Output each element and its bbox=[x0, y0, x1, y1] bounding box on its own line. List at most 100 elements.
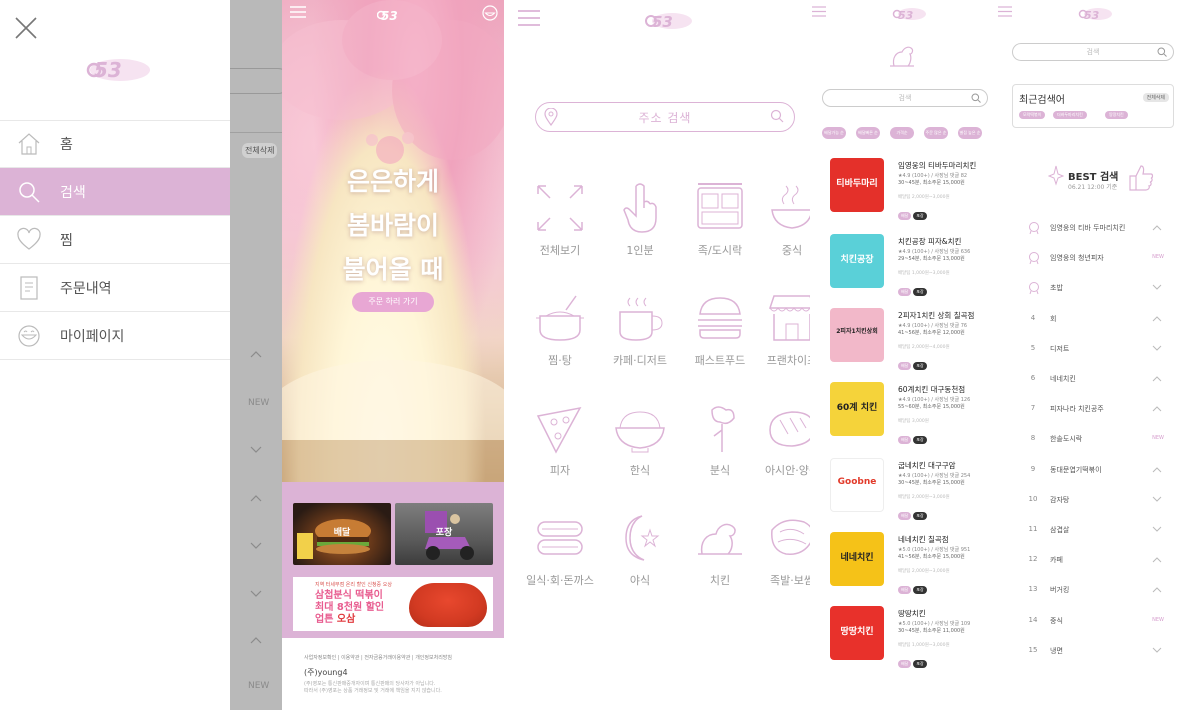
menu-icon[interactable] bbox=[812, 6, 826, 17]
address-search[interactable]: 주소 검색 bbox=[535, 102, 795, 132]
pork-icon bbox=[771, 519, 810, 555]
category-finger[interactable]: 1인분 bbox=[602, 180, 678, 258]
ranking-row[interactable]: 15 냉면 bbox=[1026, 643, 1166, 663]
tteokbokki-banner[interactable]: 지역 터세부점 온리 할인 신청중 오상 삼첩분식 떡볶이 최대 8천원 할인 … bbox=[293, 577, 493, 631]
coffee-icon bbox=[619, 297, 663, 341]
search-icon[interactable] bbox=[971, 93, 981, 103]
category-label: 1인분 bbox=[626, 244, 654, 257]
ranking-row[interactable]: 임영웅의 티바 두마리치킨 bbox=[1026, 220, 1166, 240]
sort-chip[interactable]: 배달빠른 순 bbox=[856, 127, 880, 139]
category-expand[interactable]: 전체보기 bbox=[522, 180, 598, 258]
category-coffee[interactable]: 카페·디저트 bbox=[602, 290, 678, 368]
sort-chip[interactable]: 가격순 bbox=[890, 127, 914, 139]
chevron-up-icon bbox=[1152, 406, 1162, 412]
restaurant-logo: 2피자1치킨상회 bbox=[830, 308, 884, 362]
ranking-row[interactable]: 초밥 bbox=[1026, 280, 1166, 300]
dimmed-new-label: NEW bbox=[248, 398, 270, 408]
menu-item-favorites[interactable]: 찜 bbox=[0, 216, 230, 264]
ranking-row[interactable]: 7 피자나라 치킨공주 bbox=[1026, 401, 1166, 421]
restaurant-name: 임영웅의 티바두마리치킨 bbox=[898, 161, 977, 170]
sort-chip[interactable]: 주문 많은 순 bbox=[924, 127, 948, 139]
menu-icon[interactable] bbox=[518, 10, 540, 26]
ranking-row[interactable]: 14 중식 NEW bbox=[1026, 613, 1166, 633]
category-bread[interactable]: 아시안·양식 bbox=[754, 400, 810, 478]
footer: 사업자정보확인 | 이용약관 | 전자금융거래이용약관 | 개인정보처리방침 (… bbox=[282, 638, 504, 710]
dim-overlay[interactable]: 전체삭제 NEW NEW bbox=[230, 0, 282, 710]
menu-icon[interactable] bbox=[290, 6, 306, 18]
chevron-up-icon bbox=[1152, 587, 1162, 593]
sort-chip[interactable]: 배달가능 순 bbox=[822, 127, 846, 139]
ranking-row[interactable]: 임영웅의 청년피자 NEW bbox=[1026, 250, 1166, 270]
ranking-row[interactable]: 4회 bbox=[1026, 311, 1166, 331]
category-chicken[interactable]: 치킨 bbox=[682, 510, 758, 588]
ranking-row[interactable]: 12 카페 bbox=[1026, 552, 1166, 572]
recent-keyword-chip[interactable]: 모락떡볶이 bbox=[1019, 111, 1046, 119]
category-label: 패스트푸드 bbox=[694, 354, 746, 367]
banner-caption: 지역 터세부점 온리 할인 신청중 오상 bbox=[315, 582, 392, 588]
search-icon[interactable] bbox=[770, 109, 784, 123]
restaurant-search-input[interactable]: 검색 bbox=[822, 89, 988, 107]
restaurant-list-screen: 53 검색 배달가능 순 배달빠른 순 가격순 주문 많은 순 별점 높은 순 티바두마… bbox=[810, 0, 996, 710]
category-moon-star[interactable]: 야식 bbox=[602, 510, 678, 588]
restaurant-item[interactable]: 땅땅치킨 땅땅치킨 ★5.0 (100+) / 사장님 댓글 109 30~45분, … bbox=[830, 606, 990, 668]
menu-item-orders[interactable]: 주문내역 bbox=[0, 264, 230, 312]
restaurant-item[interactable]: 네네치킨 네네치킨 칠곡점 ★5.0 (100+) / 사장님 댓글 951 41~5… bbox=[830, 532, 990, 594]
app-logo: 53 bbox=[86, 58, 150, 82]
logo-text: 53 bbox=[94, 58, 122, 82]
search-icon[interactable] bbox=[1157, 47, 1167, 57]
menu-icon[interactable] bbox=[998, 6, 1012, 17]
category-burger[interactable]: 패스트푸드 bbox=[682, 290, 758, 368]
chevron-down-icon bbox=[250, 446, 262, 453]
category-lunchbox[interactable]: 족/도시락 bbox=[682, 180, 758, 258]
menu-item-search[interactable]: 검색 bbox=[0, 168, 230, 216]
restaurant-item[interactable]: 티바두마리 임영웅의 티바두마리치킨 ★4.9 (100+) / 사장님 댓글 82… bbox=[830, 158, 990, 220]
sort-chip[interactable]: 별점 높은 순 bbox=[958, 127, 982, 139]
smile-icon[interactable] bbox=[482, 5, 498, 21]
restaurant-item[interactable]: 60계 치킨 60계치킨 대구동천점 ★4.9 (100+) / 사장님 댓글 12… bbox=[830, 382, 990, 444]
recent-keyword-chip[interactable]: 더바두마리치킨 bbox=[1053, 111, 1087, 119]
category-sushi[interactable]: 일식·회·돈까스 bbox=[522, 510, 598, 588]
category-noodle-bowl[interactable]: 중식 bbox=[754, 180, 810, 258]
restaurant-delivery-info: 41~56분, 최소주문 12,000원 bbox=[898, 330, 965, 336]
ranking-row[interactable]: 5 디저트 bbox=[1026, 341, 1166, 361]
menu-item-home[interactable]: 홈 bbox=[0, 120, 230, 168]
delete-all-button[interactable]: 전체삭제 bbox=[1142, 93, 1169, 102]
restaurant-rating: ★4.9 (100+) / 사장님 댓글 254 bbox=[898, 473, 971, 479]
category-skewer[interactable]: 분식 bbox=[682, 400, 758, 478]
category-rice-bowl[interactable]: 한식 bbox=[602, 400, 678, 478]
rank-number: 6 bbox=[1030, 374, 1036, 382]
category-pizza[interactable]: 피자 bbox=[522, 400, 598, 478]
rank-number: 13 bbox=[1028, 585, 1038, 593]
category-label: 아시안·양식 bbox=[764, 464, 810, 477]
ranking-row[interactable]: 9 동대문엽기떡볶이 bbox=[1026, 462, 1166, 482]
search-input[interactable]: 검색 bbox=[1012, 43, 1174, 61]
restaurant-item[interactable]: 2피자1치킨상회 2피자1치킨 상회 칠곡점 ★4.9 (100+) / 사장님 댓… bbox=[830, 308, 990, 370]
chevron-down-icon bbox=[1152, 526, 1162, 532]
close-icon[interactable] bbox=[14, 16, 38, 40]
ranking-row[interactable]: 6 네네치킨 bbox=[1026, 371, 1166, 391]
category-store[interactable]: 프랜차이즈 bbox=[754, 290, 810, 368]
restaurant-delivery-fee: 배달팁 3,000원 bbox=[898, 419, 929, 424]
delivery-tag: 배달 bbox=[898, 212, 912, 220]
restaurant-item[interactable]: Goobne 굽네치킨 대구구암 ★4.9 (100+) / 사장님 댓글 254 3… bbox=[830, 458, 990, 520]
pickup-tile[interactable]: 포장 bbox=[395, 503, 493, 565]
banner-line: 업튼 bbox=[315, 614, 337, 625]
ranking-row[interactable]: 13 버거킹 bbox=[1026, 582, 1166, 602]
search-icon bbox=[19, 181, 40, 203]
category-label: 치킨 bbox=[709, 574, 731, 587]
new-badge: NEW bbox=[1152, 617, 1164, 623]
order-now-button[interactable]: 주문 하러 가기 bbox=[352, 292, 434, 312]
delivery-tag: 배달 bbox=[898, 288, 912, 296]
footer-links[interactable]: 사업자정보확인 | 이용약관 | 전자금융거래이용약관 | 개인정보처리방침 bbox=[304, 654, 482, 661]
ranking-row[interactable]: 11 삼겹살 bbox=[1026, 522, 1166, 542]
moon-star-icon bbox=[625, 515, 660, 561]
category-label: 찜·탕 bbox=[548, 354, 572, 367]
ranking-row[interactable]: 8 한솥도시락 NEW bbox=[1026, 431, 1166, 451]
ranking-row[interactable]: 10 감자탕 bbox=[1026, 492, 1166, 512]
menu-item-mypage[interactable]: 마이페이지 bbox=[0, 312, 230, 360]
recent-keyword-chip[interactable]: 땅땅치킨 bbox=[1105, 111, 1128, 119]
category-pork[interactable]: 족발·보쌈 bbox=[754, 510, 810, 588]
category-pot[interactable]: 찜·탕 bbox=[522, 290, 598, 368]
delivery-tile[interactable]: 배달 bbox=[293, 503, 391, 565]
restaurant-item[interactable]: 치킨공장 치킨공장 피자&치킨 ★4.9 (100+) / 사장님 댓글 636 29… bbox=[830, 234, 990, 296]
